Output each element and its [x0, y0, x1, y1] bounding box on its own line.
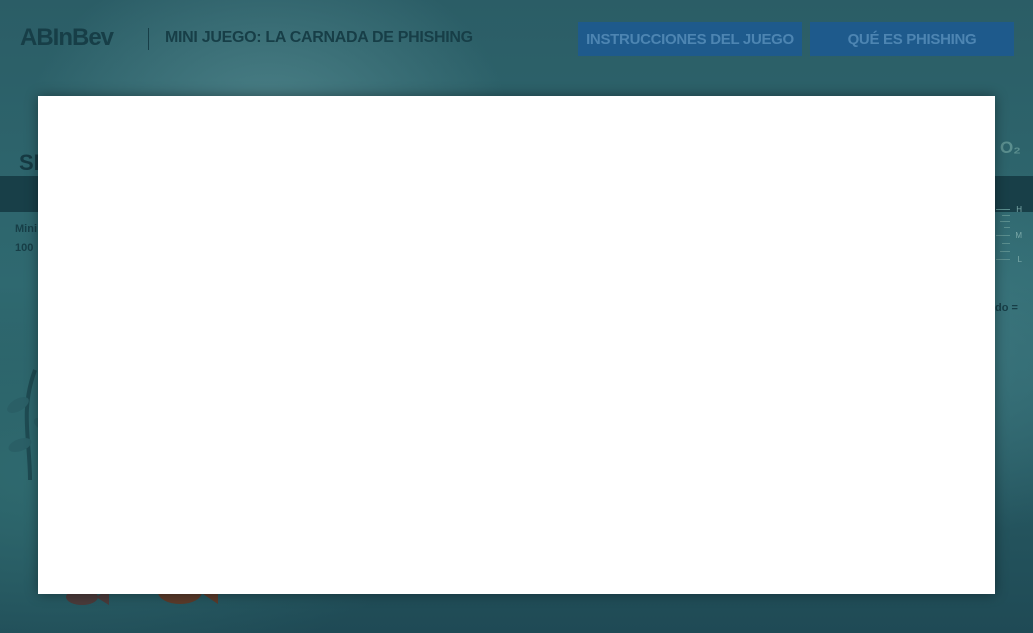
o2-label-medium: M — [1015, 231, 1022, 240]
modal-dialog[interactable] — [38, 96, 995, 594]
o2-label-high: H — [1016, 205, 1022, 214]
header-divider — [148, 28, 149, 50]
background-left-title: SI — [19, 150, 40, 175]
brand-logo: ABInBev — [20, 24, 114, 51]
background-left-text-line1: Mini — [15, 223, 37, 235]
background-left-text: Mini 100 — [15, 220, 37, 258]
top-bar: ABInBev MINI JUEGO: LA CARNADA DE PHISHI… — [0, 0, 1033, 80]
page-title: MINI JUEGO: LA CARNADA DE PHISHING — [165, 29, 473, 46]
what-is-phishing-button[interactable]: QUÉ ES PHISHING — [810, 22, 1014, 56]
game-instructions-button[interactable]: INSTRUCCIONES DEL JUEGO — [578, 22, 802, 56]
o2-gauge-icon: H M L — [990, 205, 1026, 265]
background-left-text-line2: 100 — [15, 242, 34, 254]
o2-label-low: L — [1017, 255, 1022, 264]
background-right-text: ido = — [992, 302, 1018, 314]
